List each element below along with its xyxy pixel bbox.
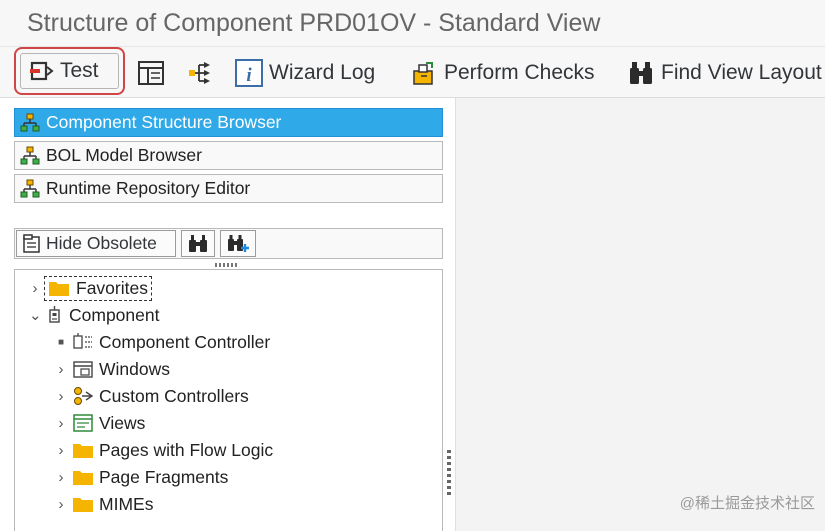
favorites-focus: Favorites	[44, 275, 152, 301]
test-button[interactable]: Test	[14, 47, 125, 95]
tree-node-mimes[interactable]: › MIMEs	[55, 492, 154, 516]
bol-model-browser-label: BOL Model Browser	[46, 145, 202, 165]
custom-controllers-label: Custom Controllers	[99, 385, 249, 406]
splitter-grip[interactable]	[215, 263, 239, 267]
folder-icon	[73, 498, 93, 512]
view-icon	[73, 414, 93, 432]
find-next-button[interactable]	[220, 230, 256, 257]
favorites-label: Favorites	[76, 277, 148, 298]
folder-icon	[73, 471, 93, 485]
hide-obsolete-label: Hide Obsolete	[46, 233, 157, 253]
runtime-repository-editor-label: Runtime Repository Editor	[46, 178, 251, 198]
hierarchy-button[interactable]	[186, 47, 214, 98]
window-layout-icon	[138, 60, 164, 85]
chevron-right-icon[interactable]: ›	[29, 280, 41, 297]
chevron-right-icon[interactable]: ›	[55, 496, 67, 513]
binoculars-icon	[630, 61, 652, 84]
find-view-layout-label: Find View Layout	[661, 60, 822, 84]
component-structure-browser-button[interactable]: Component Structure Browser	[14, 108, 443, 137]
perform-checks-label: Perform Checks	[444, 60, 595, 84]
tree-node-custom-controllers[interactable]: › Custom Controllers	[55, 384, 249, 408]
window-title: Structure of Component PRD01OV - Standar…	[27, 9, 601, 37]
structure-icon	[20, 113, 40, 131]
checks-icon	[413, 61, 433, 85]
tree-node-views[interactable]: › Views	[55, 411, 146, 435]
bullet-icon: ■	[57, 336, 65, 348]
mimes-label: MIMEs	[99, 493, 154, 514]
title-bar: Structure of Component PRD01OV - Standar…	[0, 0, 825, 47]
window-icon	[73, 361, 93, 378]
custom-controller-icon	[74, 387, 94, 405]
chevron-right-icon[interactable]: ›	[55, 442, 67, 459]
tree-node-windows[interactable]: › Windows	[55, 357, 171, 381]
find-view-layout-button[interactable]: Find View Layout	[627, 47, 822, 98]
tree-node-component[interactable]: ⌄ Component	[29, 303, 159, 327]
folder-icon	[73, 444, 93, 458]
controller-icon	[73, 333, 92, 349]
chevron-right-icon[interactable]: ›	[55, 469, 67, 486]
chevron-right-icon[interactable]: ›	[55, 415, 67, 432]
component-controller-label: Component Controller	[99, 331, 271, 352]
structure-icon	[20, 179, 40, 197]
views-label: Views	[99, 412, 146, 433]
component-tree: › Favorites ⌄ Component ■ Component Cont…	[14, 269, 443, 531]
runtime-repository-editor-button[interactable]: Runtime Repository Editor	[14, 174, 443, 203]
hierarchy-icon	[189, 61, 210, 84]
perform-checks-button[interactable]: Perform Checks	[410, 47, 595, 98]
tree-node-favorites[interactable]: › Favorites	[29, 275, 152, 301]
folder-icon	[49, 282, 69, 296]
hide-obsolete-icon	[23, 233, 40, 253]
component-structure-browser-label: Component Structure Browser	[46, 112, 282, 132]
pages-with-flow-logic-label: Pages with Flow Logic	[99, 439, 274, 460]
main-toolbar: Test i Wizard Log Perform Checks Find Vi…	[0, 47, 825, 98]
hide-obsolete-button[interactable]: Hide Obsolete	[16, 230, 176, 257]
layout-toggle-button[interactable]	[137, 47, 165, 98]
binoculars-icon	[189, 234, 207, 252]
tree-toolbar: Hide Obsolete	[14, 228, 443, 259]
wizard-log-button[interactable]: i Wizard Log	[235, 47, 375, 98]
watermark: @稀土掘金技术社区	[679, 495, 815, 512]
component-label: Component	[69, 304, 160, 325]
find-button[interactable]	[181, 230, 215, 257]
tree-node-page-fragments[interactable]: › Page Fragments	[55, 465, 229, 489]
info-icon: i	[235, 58, 263, 87]
tree-node-pages-with-flow-logic[interactable]: › Pages with Flow Logic	[55, 438, 274, 462]
component-icon	[49, 306, 60, 323]
tree-node-component-controller[interactable]: ■ Component Controller	[55, 330, 270, 354]
test-button-frame	[20, 53, 119, 89]
wizard-log-label: Wizard Log	[269, 60, 376, 84]
chevron-right-icon[interactable]: ›	[55, 361, 67, 378]
bol-model-browser-button[interactable]: BOL Model Browser	[14, 141, 443, 170]
binoculars-plus-icon	[228, 234, 249, 252]
page-fragments-label: Page Fragments	[99, 466, 229, 487]
svg-text:i: i	[246, 65, 252, 86]
chevron-down-icon[interactable]: ⌄	[29, 306, 42, 324]
windows-label: Windows	[99, 358, 170, 379]
structure-icon	[20, 146, 40, 164]
detail-pane	[455, 98, 825, 531]
vertical-splitter-grip[interactable]	[447, 450, 451, 498]
chevron-right-icon[interactable]: ›	[55, 388, 67, 405]
